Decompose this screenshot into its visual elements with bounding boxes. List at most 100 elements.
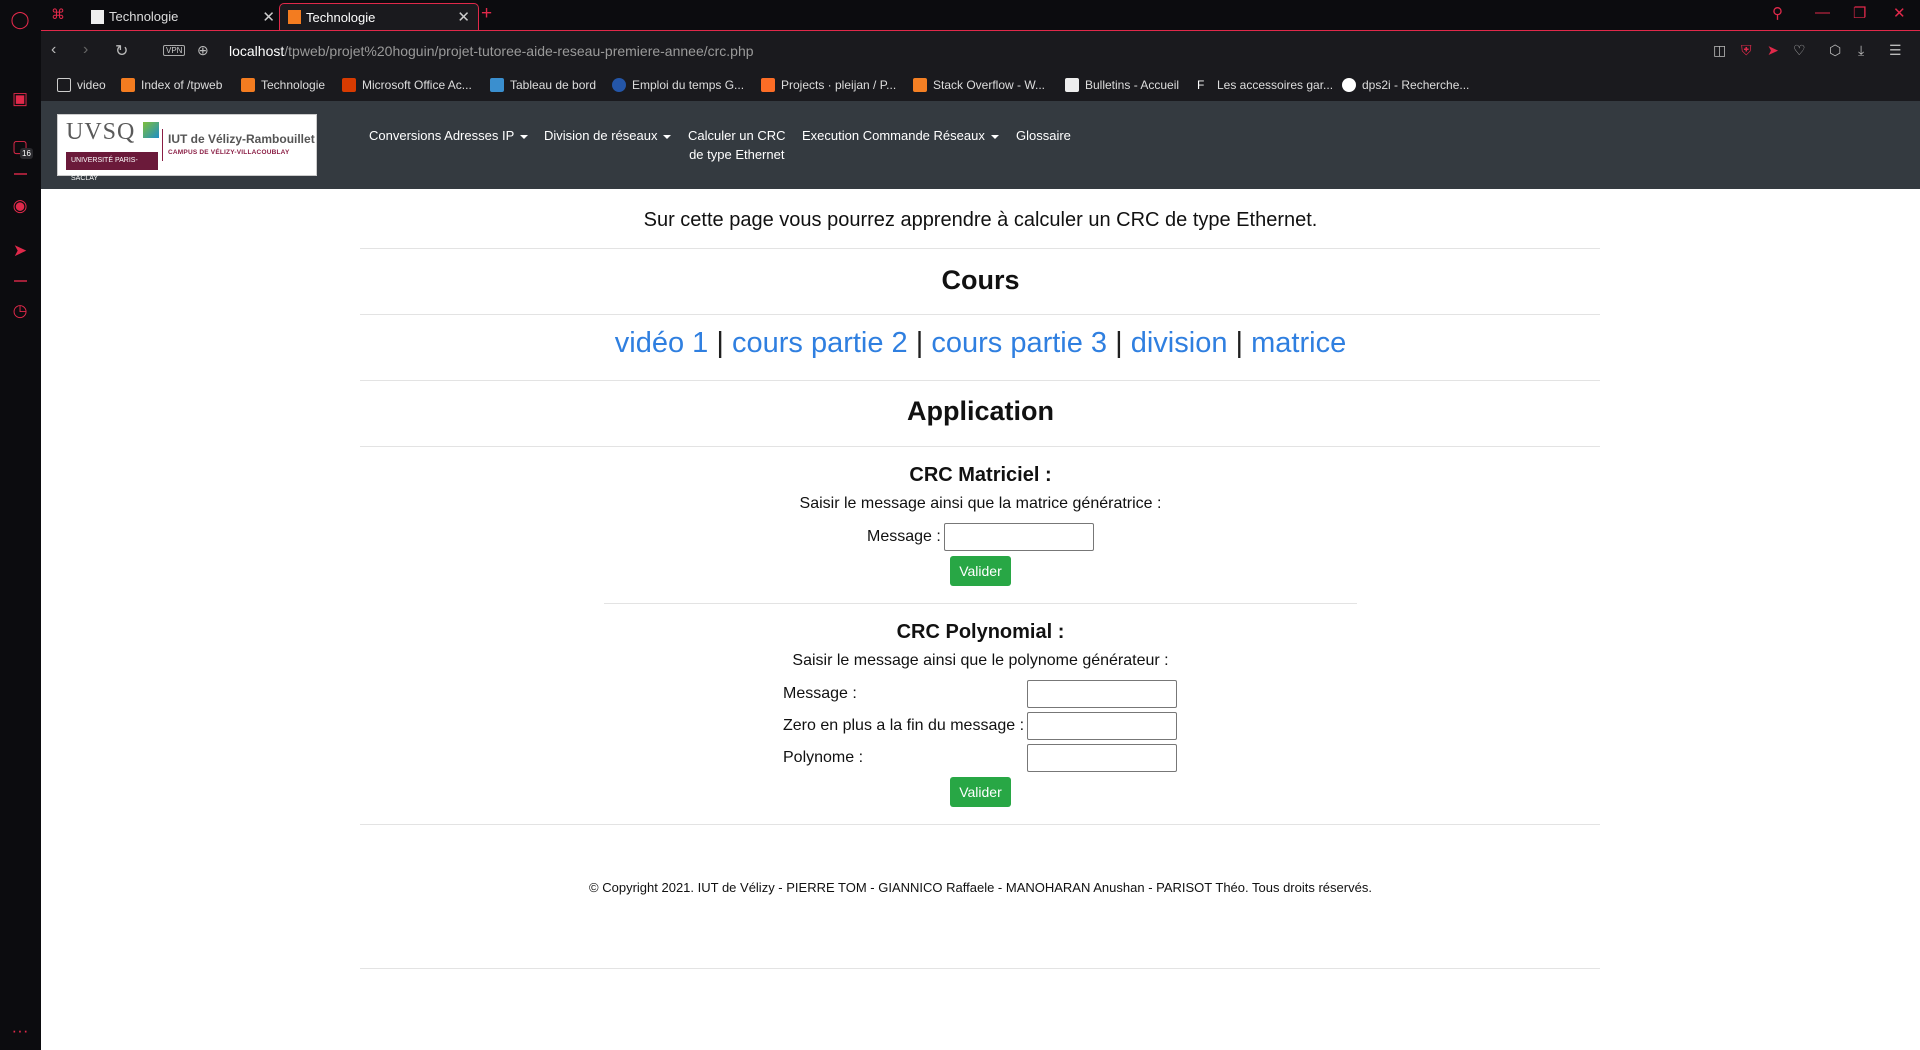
nav-label: Execution Commande Réseaux <box>802 128 985 143</box>
divider <box>360 446 1600 447</box>
bookmark-label: Technologie <box>261 78 326 92</box>
heart-icon[interactable]: ♡ <box>1793 42 1806 59</box>
bookmark-video[interactable]: video <box>57 78 106 92</box>
tab-bar: ⌘ Technologie ✕ Technologie ✕ + ⚲ — ❐ ✕ <box>41 0 1920 30</box>
xampp-icon <box>121 78 135 92</box>
crc-polynomial-description: Saisir le message ainsi que le polynome … <box>792 652 1169 669</box>
bookmark-stackoverflow[interactable]: Stack Overflow - W... <box>913 78 1045 92</box>
reload-icon[interactable]: ↻ <box>115 41 128 61</box>
forward-icon[interactable]: › <box>83 41 88 59</box>
document-icon <box>91 9 104 24</box>
bookmark-label: Emploi du temps G... <box>632 78 745 92</box>
logo-university: UNIVERSITÉ PARIS-SACLAY <box>66 152 158 182</box>
caret-down-icon <box>990 134 999 139</box>
bookmark-index-tpweb[interactable]: Index of /tpweb <box>121 78 222 92</box>
bookmark-gitlab[interactable]: Projects · pleijan / P... <box>761 78 896 92</box>
close-window-icon[interactable]: ✕ <box>1893 4 1906 22</box>
cube-icon[interactable]: ⬡ <box>1829 42 1841 59</box>
nav-conversions-dropdown[interactable]: Conversions Adresses IP <box>369 126 529 145</box>
bookmark-office[interactable]: Microsoft Office Ac... <box>342 78 472 92</box>
sidebar-divider <box>14 280 27 282</box>
zero-en-plus-label: Zero en plus a la fin du message : <box>783 717 1025 734</box>
address-bar: ‹ › ↻ VPN ⊕ localhost/tpweb/projet%20hog… <box>41 30 1920 71</box>
back-icon[interactable]: ‹ <box>51 41 56 59</box>
shield-icon[interactable]: ⛨ <box>1741 42 1752 59</box>
matriciel-message-label: Message : <box>867 528 941 545</box>
bookmark-label: Index of /tpweb <box>141 78 223 92</box>
search-tabs-icon[interactable]: ⚲ <box>1772 4 1783 22</box>
link-matrice[interactable]: matrice <box>1251 327 1346 359</box>
divider <box>604 603 1357 604</box>
cours-heading: Cours <box>941 265 1020 295</box>
gitlab-icon <box>761 78 775 92</box>
url-path: /tpweb/projet%20hoguin/projet-tutoree-ai… <box>284 43 754 59</box>
link-separator: | <box>1115 327 1123 359</box>
divider <box>360 380 1600 381</box>
link-cours-partie-2[interactable]: cours partie 2 <box>732 327 908 359</box>
link-video-1[interactable]: vidéo 1 <box>615 327 709 359</box>
polynomial-message-label: Message : <box>783 685 857 702</box>
camera-icon[interactable]: ◫ <box>1713 42 1726 59</box>
folder-icon <box>57 78 71 92</box>
link-cours-partie-3[interactable]: cours partie 3 <box>931 327 1107 359</box>
intro-text: Sur cette page vous pourrez apprendre à … <box>643 209 1318 231</box>
office-icon <box>342 78 356 92</box>
more-icon[interactable]: ··· <box>9 1020 31 1042</box>
opera-logo-icon[interactable]: ◯ <box>9 9 31 31</box>
bookmark-emploi-du-temps[interactable]: Emploi du temps G... <box>612 78 744 92</box>
nav-execution-dropdown[interactable]: Execution Commande Réseaux <box>802 126 999 145</box>
nav-division-dropdown[interactable]: Division de réseaux <box>544 126 672 145</box>
polynomial-message-input[interactable] <box>1027 680 1177 708</box>
bookmark-label: dps2i - Recherche... <box>1362 78 1470 92</box>
caret-down-icon <box>663 134 672 139</box>
bookmark-tableau-de-bord[interactable]: Tableau de bord <box>490 78 596 92</box>
bookmark-accessoires[interactable]: F Les accessoires gar... <box>1197 78 1333 92</box>
bookmark-technologie[interactable]: Technologie <box>241 78 325 92</box>
site-navbar: UVSQ IUT de Vélizy-Rambouillet CAMPUS DE… <box>41 101 1920 189</box>
polynomial-valider-button[interactable]: Valider <box>950 777 1011 807</box>
close-icon[interactable]: ✕ <box>262 8 275 26</box>
zero-en-plus-input[interactable] <box>1027 712 1177 740</box>
logo-divider <box>162 129 163 161</box>
vpn-badge[interactable]: VPN <box>163 45 186 56</box>
url-host: localhost <box>229 43 285 59</box>
link-division[interactable]: division <box>1131 327 1228 359</box>
bookmark-label: Bulletins - Accueil <box>1085 78 1180 92</box>
download-icon[interactable]: ⤓ <box>1858 42 1864 59</box>
cours-links: vidéo 1 | cours partie 2 | cours partie … <box>41 327 1920 360</box>
settings-icon[interactable]: ☰ <box>1889 42 1902 59</box>
link-separator: | <box>1235 327 1244 359</box>
nav-glossaire[interactable]: Glossaire <box>1016 126 1071 145</box>
logo-mark-icon <box>143 122 159 138</box>
matriciel-message-input[interactable] <box>944 523 1094 551</box>
caret-down-icon <box>520 134 529 139</box>
bookmark-label: Stack Overflow - W... <box>933 78 1046 92</box>
footer-copyright: © Copyright 2021. IUT de Vélizy - PIERRE… <box>589 880 1372 895</box>
matriciel-valider-button[interactable]: Valider <box>950 556 1011 586</box>
url-field[interactable]: localhost/tpweb/projet%20hoguin/projet-t… <box>229 43 754 59</box>
flow-icon[interactable]: ➤ <box>1767 42 1779 59</box>
tab-technologie-1[interactable]: Technologie ✕ <box>83 3 283 30</box>
stackoverflow-icon <box>913 78 927 92</box>
shopping-icon[interactable]: ▣ <box>9 88 31 110</box>
history-icon[interactable]: ◷ <box>9 300 31 322</box>
game-icon[interactable]: ⌘ <box>51 6 65 23</box>
tab-title: Technologie <box>306 9 376 25</box>
link-separator: | <box>716 327 724 359</box>
tab-title: Technologie <box>109 9 179 24</box>
polynome-input[interactable] <box>1027 744 1177 772</box>
send-icon[interactable]: ➤ <box>9 240 31 262</box>
bookmark-dps2i[interactable]: dps2i - Recherche... <box>1342 78 1469 92</box>
new-tab-icon[interactable]: + <box>481 3 492 25</box>
player-icon[interactable]: ◉ <box>9 195 31 217</box>
uvsq-logo[interactable]: UVSQ IUT de Vélizy-Rambouillet CAMPUS DE… <box>57 114 317 182</box>
nav-calculer-crc[interactable]: Calculer un CRC de type Ethernet <box>688 126 786 164</box>
tab-technologie-2[interactable]: Technologie ✕ <box>279 3 479 30</box>
close-icon[interactable]: ✕ <box>457 8 470 26</box>
crc-matriciel-description: Saisir le message ainsi que la matrice g… <box>799 495 1162 512</box>
bookmark-label: Projects · pleijan / P... <box>781 78 897 92</box>
bookmark-bulletins[interactable]: Bulletins - Accueil <box>1065 78 1179 92</box>
restore-icon[interactable]: ❐ <box>1853 4 1866 22</box>
opera-sidebar: ◯ ▣ ▢ 16 ◉ ➤ ◷ ··· <box>0 0 41 1050</box>
minimize-icon[interactable]: — <box>1815 4 1830 21</box>
